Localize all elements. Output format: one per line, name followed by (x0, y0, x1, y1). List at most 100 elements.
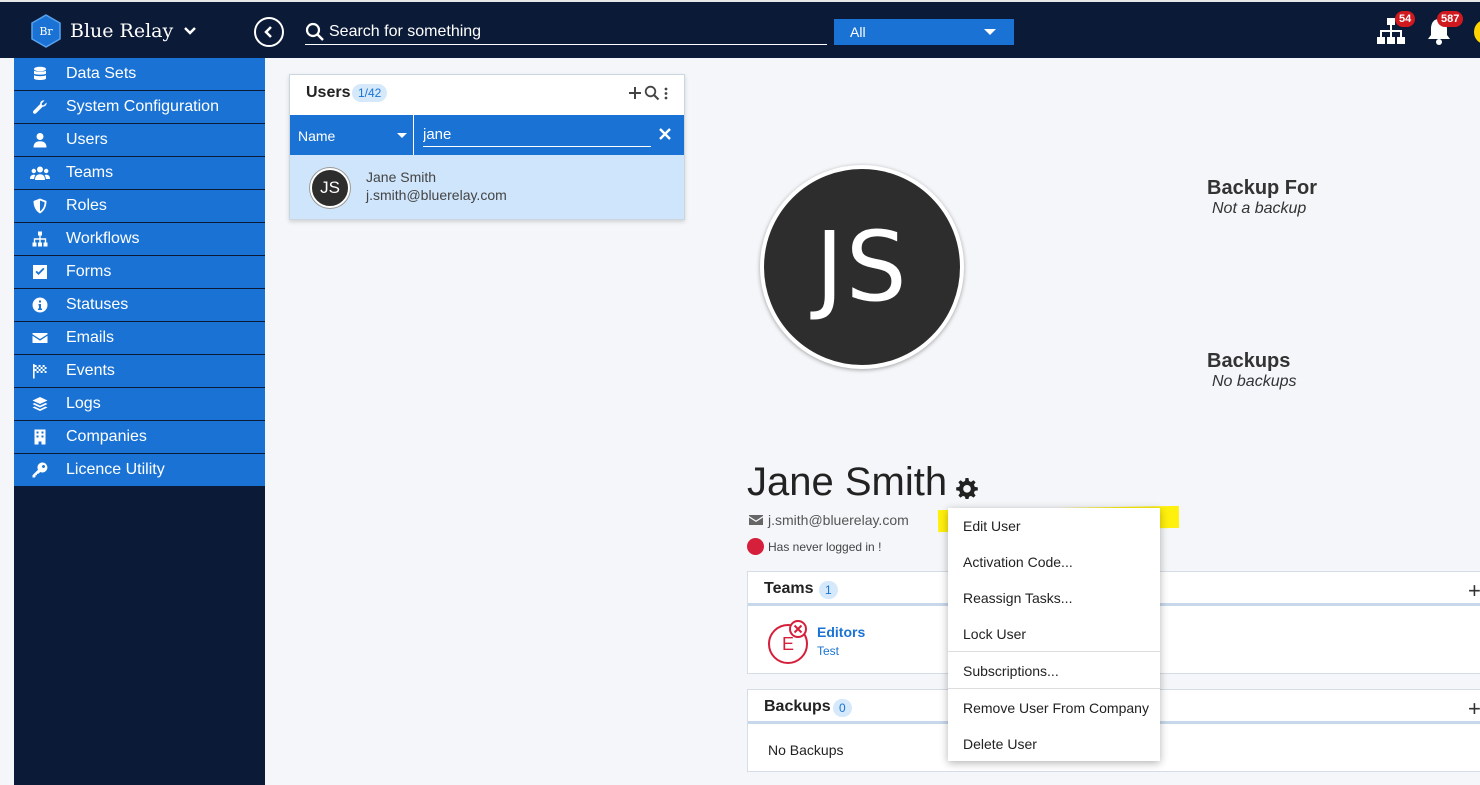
sidebar-item-logs[interactable]: Logs (14, 388, 265, 420)
sidebar-item-label: Emails (66, 329, 115, 346)
team-name[interactable]: Editors (817, 624, 865, 640)
backups-value: No backups (1212, 373, 1297, 390)
shield-icon (14, 198, 66, 214)
sidebar-item-teams[interactable]: Teams (14, 157, 265, 189)
users-count-badge: 1/42 (352, 84, 388, 102)
chevron-down-icon (184, 27, 197, 35)
envelope-icon (749, 515, 763, 525)
sidebar-item-label: Roles (66, 197, 107, 214)
building-icon (14, 429, 66, 445)
teams-card-title: Teams (764, 580, 814, 597)
backups-card-title: Backups (764, 698, 831, 715)
no-backups-text: No Backups (768, 742, 844, 758)
search-icon[interactable] (644, 85, 660, 101)
sidebar-item-workflows[interactable]: Workflows (14, 223, 265, 255)
sidebar-item-emails[interactable]: Emails (14, 322, 265, 354)
sidebar-item-label: Teams (66, 164, 114, 181)
profile-email: j.smith@bluerelay.com (768, 512, 909, 528)
add-team-button[interactable]: + (1468, 578, 1480, 604)
filter-value-input[interactable] (423, 123, 651, 147)
info-icon (14, 297, 66, 313)
top-bar: Br Blue Relay All 54 587 (0, 0, 1480, 58)
sidebar-item-label: Companies (66, 428, 147, 445)
org-chart-button[interactable]: 54 (1375, 11, 1416, 51)
gear-icon[interactable] (956, 477, 978, 499)
menu-item-reassign-tasks[interactable]: Reassign Tasks... (948, 580, 1160, 616)
sidebar: Data Sets System Configuration Users Tea… (14, 58, 265, 785)
sidebar-item-label: Forms (66, 263, 112, 280)
search-icon (305, 22, 324, 41)
user-result-row[interactable]: JS Jane Smith j.smith@bluerelay.com (290, 155, 684, 219)
users-icon (14, 165, 66, 181)
backup-for-value: Not a backup (1212, 200, 1307, 217)
profile-avatar: JS (760, 165, 964, 369)
sidebar-item-events[interactable]: Events (14, 355, 265, 387)
login-status: Has never logged in ! (747, 538, 881, 555)
svg-text:Br: Br (39, 25, 53, 38)
more-vertical-icon[interactable] (662, 85, 670, 101)
sidebar-item-forms[interactable]: Forms (14, 256, 265, 288)
notifications-button[interactable]: 587 (1427, 11, 1464, 51)
key-icon (14, 462, 66, 478)
teams-count-badge: 1 (819, 581, 838, 599)
global-search (305, 19, 827, 45)
sidebar-item-system-configuration[interactable]: System Configuration (14, 91, 265, 123)
menu-item-delete-user[interactable]: Delete User (948, 726, 1160, 762)
add-user-icon[interactable] (628, 86, 642, 100)
menu-item-remove-from-company[interactable]: Remove User From Company (948, 690, 1160, 726)
org-chart-badge: 54 (1395, 11, 1416, 27)
login-status-text: Has never logged in ! (768, 539, 882, 554)
status-dot (747, 538, 764, 555)
blue-relay-logo: Br (31, 14, 61, 48)
collapse-sidebar-button[interactable] (254, 17, 284, 47)
sitemap-icon (14, 231, 66, 247)
user-icon (14, 132, 66, 148)
sidebar-item-label: Workflows (66, 230, 140, 247)
clear-filter-icon[interactable] (656, 125, 674, 143)
user-result-email: j.smith@bluerelay.com (366, 187, 507, 203)
backup-for-heading: Backup For (1207, 177, 1318, 199)
user-avatar: JS (310, 168, 350, 208)
sidebar-item-licence-utility[interactable]: Licence Utility (14, 454, 265, 486)
sidebar-item-label: System Configuration (66, 98, 219, 115)
user-actions-menu: Edit User Activation Code... Reassign Ta… (948, 508, 1160, 761)
envelope-icon (14, 330, 66, 346)
profile-name: Jane Smith (747, 460, 948, 504)
sidebar-item-users[interactable]: Users (14, 124, 265, 156)
sidebar-item-label: Licence Utility (66, 461, 165, 478)
sidebar-item-label: Data Sets (66, 65, 137, 82)
caret-down-icon (397, 133, 407, 138)
notifications-badge: 587 (1437, 11, 1464, 27)
backups-count-badge: 0 (833, 699, 852, 717)
sidebar-item-statuses[interactable]: Statuses (14, 289, 265, 321)
users-panel-header: Users 1/42 (290, 75, 684, 113)
layers-icon (14, 396, 66, 412)
menu-item-edit-user[interactable]: Edit User (948, 508, 1160, 544)
chevron-left-icon (264, 26, 272, 38)
users-filter-bar: Name (290, 115, 684, 155)
menu-item-subscriptions[interactable]: Subscriptions... (948, 653, 1160, 689)
remove-team-icon[interactable] (789, 620, 807, 638)
current-user-avatar[interactable] (1474, 20, 1480, 44)
search-scope-select[interactable]: All (834, 19, 1014, 45)
checkbox-icon (14, 264, 66, 280)
sidebar-item-data-sets[interactable]: Data Sets (14, 58, 265, 90)
sidebar-item-label: Statuses (66, 296, 129, 313)
team-sub: Test (817, 644, 840, 658)
menu-item-activation-code[interactable]: Activation Code... (948, 544, 1160, 580)
add-backup-button[interactable]: + (1468, 696, 1480, 722)
wrench-icon (14, 99, 66, 115)
caret-down-icon (984, 29, 996, 35)
flag-checkered-icon (14, 363, 66, 379)
brand-switcher[interactable]: Br Blue Relay (30, 14, 197, 48)
brand-name: Blue Relay (70, 20, 174, 42)
search-input[interactable] (329, 22, 809, 41)
menu-item-lock-user[interactable]: Lock User (948, 616, 1160, 652)
sidebar-item-roles[interactable]: Roles (14, 190, 265, 222)
menu-divider (948, 651, 1160, 652)
filter-field-value: Name (298, 128, 336, 144)
sidebar-item-label: Logs (66, 395, 101, 412)
sidebar-item-label: Users (66, 131, 108, 148)
filter-field-select[interactable]: Name (290, 115, 414, 155)
sidebar-item-companies[interactable]: Companies (14, 421, 265, 453)
